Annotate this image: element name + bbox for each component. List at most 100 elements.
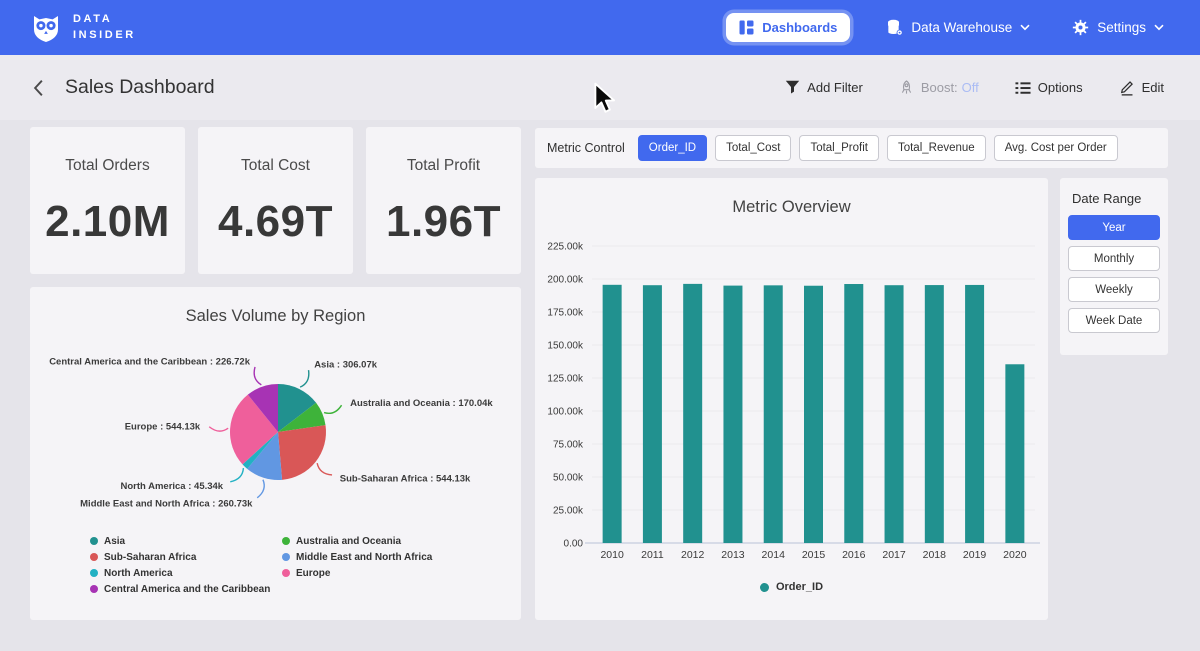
edit-label: Edit <box>1142 80 1164 95</box>
pie-slice-sub-saharan-africa[interactable] <box>278 425 326 480</box>
metric-chip-total-revenue[interactable]: Total_Revenue <box>887 135 986 161</box>
nav-settings[interactable]: Settings <box>1066 18 1170 37</box>
pie-legend-item-middle-east-and-north-africa: Middle East and North Africa <box>282 549 432 565</box>
legend-label: Middle East and North Africa <box>296 552 432 563</box>
svg-text:225.00k: 225.00k <box>547 242 584 253</box>
date-range-monthly[interactable]: Monthly <box>1068 246 1160 271</box>
bar-2019[interactable] <box>965 285 984 543</box>
bar-chart: 0.0025.00k50.00k75.00k100.00k125.00k150.… <box>535 178 1048 620</box>
bar-chart-legend: Order_ID <box>535 581 1048 593</box>
bar-2017[interactable] <box>885 285 904 543</box>
pie-legend-item-central-america-and-the-caribbean: Central America and the Caribbean <box>90 581 270 597</box>
app-window: DATA INSIDER Dashboards <box>0 0 1200 651</box>
date-range-buttons: Year Monthly Weekly Week Date <box>1068 215 1160 333</box>
add-filter-label: Add Filter <box>807 80 863 95</box>
date-range-year[interactable]: Year <box>1068 215 1160 240</box>
pie-legend-column-2: Australia and Oceania Middle East and Nor… <box>282 533 432 581</box>
metric-chip-order-id[interactable]: Order_ID <box>638 135 707 161</box>
boost-toggle[interactable]: Boost: Off <box>893 79 985 97</box>
x-tick-2020: 2020 <box>1003 549 1027 561</box>
pie-label-middle-east-and-north-africa: Middle East and North Africa : 260.73k <box>80 499 253 510</box>
pie-label-europe: Europe : 544.13k <box>125 421 201 432</box>
legend-dot <box>90 553 98 561</box>
options-button[interactable]: Options <box>1009 79 1089 96</box>
nav-settings-label: Settings <box>1097 20 1146 35</box>
pie-legend-column-1: Asia Sub-Saharan Africa North America Centr… <box>90 533 270 597</box>
bar-2011[interactable] <box>643 285 662 543</box>
bar-2014[interactable] <box>764 285 783 543</box>
page-header: Sales Dashboard Add Filter Boost: Off <box>0 55 1200 120</box>
legend-label: Sub-Saharan Africa <box>104 552 196 563</box>
bar-2018[interactable] <box>925 285 944 543</box>
metric-control-bar: Metric Control Order_IDTotal_CostTotal_P… <box>535 128 1168 168</box>
page-title: Sales Dashboard <box>65 76 215 99</box>
kpi-card-total-cost: Total Cost 4.69T <box>198 127 353 274</box>
x-tick-2019: 2019 <box>963 549 987 561</box>
owl-logo-icon <box>30 12 62 44</box>
pie-label-central-america-and-the-caribbean: Central America and the Caribbean : 226.… <box>49 356 251 367</box>
brand-text: DATA INSIDER <box>73 12 136 44</box>
kpi-value: 1.96T <box>386 197 501 247</box>
pie-label-asia: Asia : 306.07k <box>314 360 378 371</box>
legend-dot <box>90 537 98 545</box>
brand-logo[interactable]: DATA INSIDER <box>30 12 136 44</box>
legend-label: Australia and Oceania <box>296 536 401 547</box>
list-options-icon <box>1015 81 1031 95</box>
svg-text:25.00k: 25.00k <box>553 506 584 517</box>
svg-text:175.00k: 175.00k <box>547 308 584 319</box>
brand-line-2: INSIDER <box>73 28 136 44</box>
x-tick-2015: 2015 <box>802 549 826 561</box>
bar-2012[interactable] <box>683 284 702 543</box>
pie-label-australia-and-oceania: Australia and Oceania : 170.04k <box>350 398 493 409</box>
metric-chip-avg-cost-per-order[interactable]: Avg. Cost per Order <box>994 135 1118 161</box>
svg-text:100.00k: 100.00k <box>547 407 584 418</box>
database-icon <box>886 19 903 36</box>
kpi-card-total-profit: Total Profit 1.96T <box>366 127 521 274</box>
boost-state: Off <box>962 80 979 95</box>
pie-label-sub-saharan-africa: Sub-Saharan Africa : 544.13k <box>340 474 471 485</box>
kpi-label: Total Profit <box>407 157 480 175</box>
metric-chip-total-cost[interactable]: Total_Cost <box>715 135 791 161</box>
dashboard-grid-icon <box>739 20 754 35</box>
bar-2015[interactable] <box>804 286 823 543</box>
bar-2016[interactable] <box>844 284 863 543</box>
date-range-weekly[interactable]: Weekly <box>1068 277 1160 302</box>
x-tick-2013: 2013 <box>721 549 745 561</box>
legend-dot <box>760 583 769 592</box>
pencil-edit-icon <box>1119 79 1135 96</box>
x-tick-2011: 2011 <box>641 549 664 561</box>
back-button[interactable] <box>30 77 47 99</box>
legend-dot <box>282 569 290 577</box>
x-tick-2018: 2018 <box>923 549 947 561</box>
bar-2020[interactable] <box>1005 364 1024 543</box>
bar-2010[interactable] <box>603 285 622 543</box>
kpi-label: Total Orders <box>65 157 149 175</box>
pie-legend-item-north-america: North America <box>90 565 270 581</box>
nav-data-warehouse[interactable]: Data Warehouse <box>880 18 1036 37</box>
kpi-value: 2.10M <box>45 197 170 247</box>
rocket-icon <box>899 80 914 96</box>
pie-legend-item-europe: Europe <box>282 565 432 581</box>
boost-label: Boost: <box>921 80 958 95</box>
chevron-down-icon <box>1020 24 1030 31</box>
date-range-label: Date Range <box>1072 191 1160 206</box>
legend-label: Central America and the Caribbean <box>104 584 270 595</box>
add-filter-button[interactable]: Add Filter <box>779 79 869 96</box>
bar-2013[interactable] <box>723 286 742 543</box>
metric-chip-total-profit[interactable]: Total_Profit <box>799 135 879 161</box>
edit-button[interactable]: Edit <box>1113 78 1170 97</box>
legend-dot <box>90 585 98 593</box>
pie-legend-item-asia: Asia <box>90 533 270 549</box>
date-range-week-date[interactable]: Week Date <box>1068 308 1160 333</box>
top-nav-menu: Dashboards Data Warehouse <box>726 13 1170 42</box>
svg-text:50.00k: 50.00k <box>553 473 584 484</box>
sales-volume-card: Sales Volume by Region Asia : 306.07kAus… <box>30 287 521 620</box>
chevron-down-icon <box>1154 24 1164 31</box>
legend-label: Europe <box>296 568 330 579</box>
top-nav: DATA INSIDER Dashboards <box>0 0 1200 55</box>
nav-dashboards-button[interactable]: Dashboards <box>726 13 850 42</box>
x-tick-2012: 2012 <box>681 549 705 561</box>
brand-line-1: DATA <box>73 12 136 28</box>
x-tick-2010: 2010 <box>600 549 624 561</box>
legend-label: North America <box>104 568 173 579</box>
